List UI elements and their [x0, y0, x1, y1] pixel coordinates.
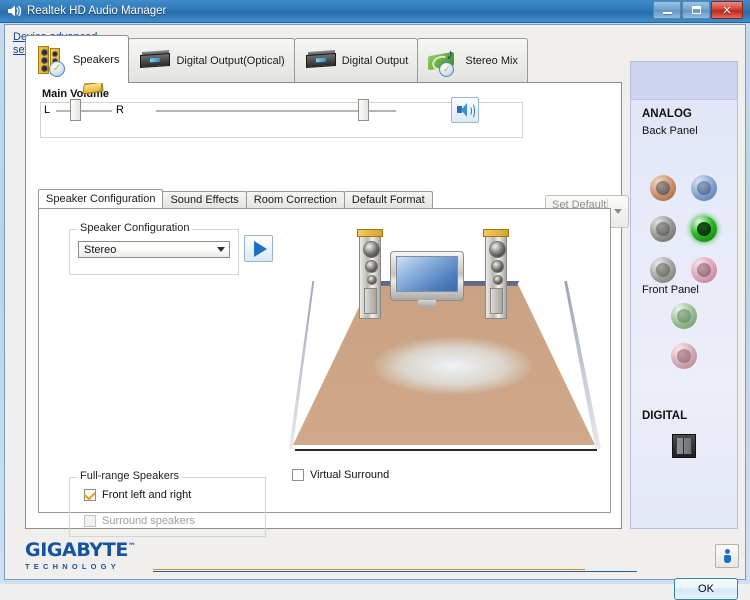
- tab-default-format[interactable]: Default Format: [343, 191, 433, 208]
- brand-tagline: TECHNOLOGY: [25, 562, 120, 571]
- content-root: ✓ Speakers Digital Output(Optical) Digit…: [5, 25, 745, 600]
- set-default-device-dropdown[interactable]: [608, 196, 628, 227]
- checkbox-box: [83, 487, 97, 501]
- jack-gray-1[interactable]: [650, 216, 676, 242]
- listening-position-glow: [373, 337, 533, 395]
- device-tab-strip: ✓ Speakers Digital Output(Optical) Digit…: [25, 35, 528, 83]
- tab-stereo-mix[interactable]: ♪ ✓ Stereo Mix: [417, 38, 528, 83]
- jack-front-green[interactable]: [671, 303, 697, 329]
- jack-orange[interactable]: [650, 175, 676, 201]
- speaker-configuration-select[interactable]: Stereo: [78, 241, 230, 258]
- chevron-down-icon: [614, 209, 622, 214]
- jack-blue[interactable]: [691, 175, 717, 201]
- front-panel-label: Front Panel: [642, 284, 699, 296]
- divider: [153, 571, 637, 572]
- virtual-surround-label: Virtual Surround: [310, 469, 390, 481]
- tab-digital-output-optical-label: Digital Output(Optical): [176, 55, 285, 67]
- play-test-button[interactable]: [244, 235, 273, 262]
- television-icon: [390, 251, 464, 307]
- tab-speakers[interactable]: ✓ Speakers: [25, 35, 130, 83]
- information-button[interactable]: [715, 544, 739, 568]
- jack-gray-2[interactable]: [650, 257, 676, 283]
- tab-speaker-configuration[interactable]: Speaker Configuration: [38, 189, 164, 208]
- minimize-icon: [654, 2, 680, 18]
- virtual-surround-checkbox[interactable]: Virtual Surround: [292, 469, 389, 481]
- speaker-configuration-value: Stereo: [84, 243, 117, 256]
- footer: GIGABYTE™ TECHNOLOGY: [5, 533, 745, 579]
- speaker-configuration-group-label: Speaker Configuration: [77, 222, 193, 234]
- digital-device-icon: [138, 45, 172, 77]
- maximize-icon: [683, 2, 709, 18]
- close-icon: ✕: [722, 4, 732, 17]
- mute-toggle-button[interactable]: [451, 97, 479, 123]
- digital-device-icon: [304, 45, 338, 77]
- checkbox-surround-speakers-label: Surround speakers: [102, 515, 195, 527]
- digital-section-title: DIGITAL: [642, 410, 688, 422]
- volume-slider-thumb[interactable]: [358, 99, 369, 121]
- play-icon: [253, 240, 267, 257]
- tab-sound-effects[interactable]: Sound Effects: [162, 191, 247, 208]
- info-person-icon: [723, 549, 732, 563]
- tab-digital-output[interactable]: Digital Output: [293, 38, 419, 83]
- checkbox-front-left-and-right[interactable]: Front left and right: [83, 487, 192, 501]
- close-button[interactable]: ✕: [711, 1, 743, 19]
- jack-green[interactable]: [691, 216, 717, 242]
- gigabyte-logo: GIGABYTE™ TECHNOLOGY: [25, 539, 136, 571]
- tab-room-correction[interactable]: Room Correction: [245, 191, 345, 208]
- tab-stereo-mix-label: Stereo Mix: [465, 55, 518, 67]
- checkbox-box: [292, 469, 304, 481]
- balance-slider-track[interactable]: [56, 110, 112, 112]
- minimize-button[interactable]: [653, 1, 681, 19]
- speaker-configuration-panel: Speaker Configuration Stereo Virtual Sur…: [38, 208, 611, 537]
- full-range-speakers-group: [69, 477, 266, 537]
- jack-pink[interactable]: [691, 257, 717, 283]
- speakers-icon: ✓: [35, 44, 69, 77]
- checkbox-surround-speakers: Surround speakers: [84, 515, 195, 527]
- stereo-mix-icon: ♪ ✓: [427, 45, 461, 77]
- speaker-volume-icon: [457, 103, 475, 119]
- jack-front-pink[interactable]: [671, 343, 697, 369]
- speaker-layout-illustration: [285, 219, 603, 462]
- client-area: ✓ Speakers Digital Output(Optical) Digit…: [4, 24, 746, 600]
- checkbox-box: [84, 515, 96, 527]
- back-panel-label: Back Panel: [642, 125, 698, 137]
- front-right-speaker-icon: [481, 229, 511, 319]
- settings-tab-strip: Speaker Configuration Sound Effects Room…: [38, 189, 433, 208]
- front-left-speaker-icon: [355, 229, 385, 319]
- analog-section-title: ANALOG: [642, 108, 692, 120]
- full-range-speakers-label: Full-range Speakers: [77, 470, 183, 482]
- chevron-down-icon: [213, 247, 229, 252]
- speaker-icon: [6, 3, 22, 19]
- tab-digital-output-label: Digital Output: [341, 55, 409, 67]
- application-window: Realtek HD Audio Manager ✕ ✓ Speakers Di…: [0, 0, 750, 600]
- ok-button[interactable]: OK: [674, 578, 738, 600]
- balance-right-label: R: [116, 104, 124, 116]
- title-bar: Realtek HD Audio Manager ✕: [0, 0, 750, 23]
- balance-slider-thumb[interactable]: [70, 99, 81, 121]
- divider: [295, 449, 597, 451]
- tab-speakers-label: Speakers: [73, 53, 120, 66]
- window-title: Realtek HD Audio Manager: [27, 5, 167, 17]
- brand-name: GIGABYTE™: [25, 539, 136, 561]
- divider-accent: [153, 569, 585, 570]
- checkbox-front-left-and-right-label: Front left and right: [102, 489, 192, 501]
- device-advanced-settings-box: [631, 62, 737, 100]
- tab-digital-output-optical[interactable]: Digital Output(Optical): [128, 38, 295, 83]
- main-panel: Main Volume L R Set Default Speaker Conf…: [25, 82, 629, 537]
- jack-digital-spdif[interactable]: [672, 434, 696, 458]
- maximize-button[interactable]: [682, 1, 710, 19]
- balance-left-label: L: [44, 104, 51, 116]
- title-bar-left: Realtek HD Audio Manager: [6, 3, 166, 19]
